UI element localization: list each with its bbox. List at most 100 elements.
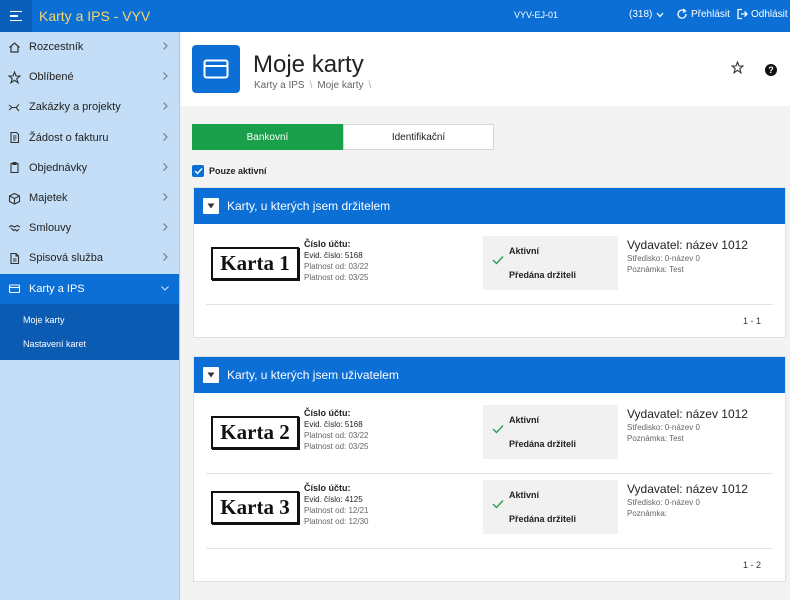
workflow-icon (7, 100, 21, 114)
validity-from: Platnost od: 03/22 (304, 431, 369, 440)
sidebar-item-label: Objednávky (29, 161, 88, 174)
panel-header: Karty, u kterých jsem uživatelem (194, 357, 785, 393)
card-row: Karta 1 Číslo účtu: Evid. číslo: 5168 Pl… (206, 230, 773, 305)
invoice-icon (7, 131, 21, 145)
sidebar-item-label: Spisová služba (29, 252, 103, 265)
account-number-label: Číslo účtu: (304, 239, 351, 249)
account-number-label: Číslo účtu: (304, 408, 351, 418)
logout-icon (737, 8, 748, 20)
card-info: Číslo účtu: Evid. číslo: 5168 Platnost o… (304, 408, 369, 452)
star-icon (730, 60, 745, 75)
sidebar-item-label: Zakázky a projekty (29, 101, 121, 114)
breadcrumb-item[interactable]: Karty a IPS (254, 80, 305, 91)
sidebar-subitem-nastaveni-karet[interactable]: Nastavení karet (0, 332, 179, 356)
cost-center: Středisko: 0-název 0 (627, 498, 700, 507)
checkmark-icon (194, 168, 203, 175)
card-note: Poznámka: Test (627, 434, 684, 443)
card-image[interactable]: Karta 1 (211, 247, 299, 280)
validity-to: Platnost od: 12/30 (304, 517, 369, 526)
tab-bankovni[interactable]: Bankovní (192, 124, 343, 150)
validity-from: Platnost od: 03/22 (304, 262, 369, 271)
main-content: Moje karty Karty a IPS \ Moje karty \ ? … (181, 32, 790, 600)
card-icon (7, 282, 21, 296)
sidebar-item-label: Žádost o fakturu (29, 131, 109, 144)
box-icon (7, 191, 21, 205)
card-row: Karta 3 Číslo účtu: Evid. číslo: 4125 Pl… (206, 474, 773, 549)
panel-title: Karty, u kterých jsem uživatelem (227, 368, 399, 382)
breadcrumb-separator: \ (309, 80, 313, 91)
sidebar-item-smlouvy[interactable]: Smlouvy (0, 213, 179, 243)
issuer-name: Vydavatel: název 1012 (627, 482, 748, 496)
card-issuer-info: Vydavatel: název 1012 Středisko: 0-název… (627, 407, 748, 444)
issuer-name: Vydavatel: název 1012 (627, 407, 748, 421)
sidebar-item-karty-a-ips[interactable]: Karty a IPS (0, 273, 179, 304)
relogin-label: Přehlásit (691, 8, 730, 20)
account-number-label: Číslo účtu: (304, 483, 351, 493)
panel-header: Karty, u kterých jsem držitelem (194, 188, 785, 224)
sidebar-item-label: Oblíbené (29, 71, 74, 84)
collapse-toggle-button[interactable] (203, 198, 219, 214)
checkmark-icon (492, 256, 504, 265)
page-header: Moje karty Karty a IPS \ Moje karty \ ? (181, 32, 790, 106)
sidebar-item-zadost-o-fakturu[interactable]: Žádost o fakturu (0, 123, 179, 153)
sidebar-item-rozcestnik[interactable]: Rozcestník (0, 32, 179, 62)
clipboard-icon (7, 161, 21, 175)
active-only-label: Pouze aktivní (209, 166, 267, 176)
chevron-right-icon (163, 162, 168, 171)
card-status-box: Aktivní Předána držiteli (483, 405, 618, 459)
chevron-right-icon (163, 72, 168, 81)
pagination-info: 1 - 1 (742, 316, 761, 326)
handshake-icon (7, 221, 21, 235)
sidebar-item-oblibene[interactable]: Oblíbené (0, 62, 179, 92)
card-info: Číslo účtu: Evid. číslo: 4125 Platnost o… (304, 483, 369, 527)
card-image[interactable]: Karta 2 (211, 416, 299, 449)
environment-label: VYV-EJ-01 (514, 10, 559, 20)
sidebar-item-label: Smlouvy (29, 222, 72, 235)
document-icon (7, 251, 21, 265)
breadcrumb-item[interactable]: Moje karty (317, 80, 363, 91)
help-icon[interactable]: ? (765, 64, 777, 76)
sidebar-item-label: Karty a IPS (29, 282, 85, 295)
card-info: Číslo účtu: Evid. číslo: 5168 Platnost o… (304, 239, 369, 283)
chevron-right-icon (163, 223, 168, 232)
issuer-name: Vydavatel: název 1012 (627, 238, 748, 252)
notification-count: (318) (629, 9, 653, 20)
sidebar-item-majetek[interactable]: Majetek (0, 183, 179, 213)
favorite-star-button[interactable] (730, 60, 745, 77)
card-row: Karta 2 Číslo účtu: Evid. číslo: 5168 Pl… (206, 399, 773, 474)
tab-identifikacni[interactable]: Identifikační (343, 124, 494, 150)
sidebar-item-label: Rozcestník (29, 41, 84, 54)
card-image[interactable]: Karta 3 (211, 491, 299, 524)
caret-down-icon (207, 203, 215, 209)
sidebar-subitem-moje-karty[interactable]: Moje karty (0, 308, 179, 332)
status-handover: Předána držiteli (509, 439, 577, 449)
chevron-right-icon (163, 102, 168, 111)
status-handover: Předána držiteli (509, 270, 577, 280)
chevron-down-icon (656, 12, 664, 17)
validity-to: Platnost od: 03/25 (304, 442, 369, 451)
active-only-checkbox[interactable] (192, 165, 204, 177)
notification-count-dropdown[interactable]: (318) (629, 9, 664, 20)
hamburger-menu-icon[interactable] (0, 0, 32, 32)
relogin-button[interactable]: Přehlásit (676, 8, 730, 20)
logout-button[interactable]: Odhlásit (736, 8, 788, 20)
status-handover: Předána držiteli (509, 514, 577, 524)
card-status-box: Aktivní Předána držiteli (483, 480, 618, 534)
sidebar-item-spisova-sluzba[interactable]: Spisová služba (0, 243, 179, 273)
card-issuer-info: Vydavatel: název 1012 Středisko: 0-název… (627, 482, 748, 519)
breadcrumb: Karty a IPS \ Moje karty \ (254, 80, 371, 91)
home-icon (7, 40, 21, 54)
chevron-right-icon (163, 193, 168, 201)
checkmark-icon (492, 500, 504, 509)
collapse-toggle-button[interactable] (203, 367, 219, 383)
sidebar-item-zakazky[interactable]: Zakázky a projekty (0, 92, 179, 122)
card-note: Poznámka: Test (627, 265, 684, 274)
card-type-tabs: Bankovní Identifikační (192, 124, 494, 150)
refresh-icon (677, 8, 687, 19)
sidebar-item-objednavky[interactable]: Objednávky (0, 153, 179, 183)
user-cards-panel: Karty, u kterých jsem uživatelem Karta 2… (193, 356, 786, 582)
active-only-filter: Pouze aktivní (192, 165, 267, 177)
app-title: Karty a IPS - VYV (39, 8, 151, 24)
breadcrumb-separator: \ (368, 80, 372, 91)
caret-down-icon (207, 372, 215, 378)
